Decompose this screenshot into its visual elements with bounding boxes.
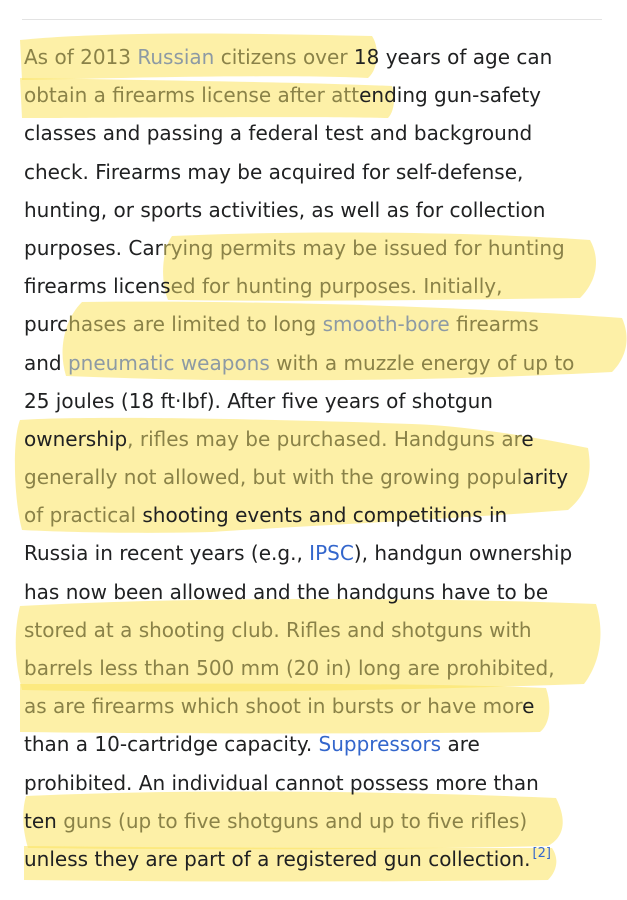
- text-line: barrels less than 500 mm (20 in) long ar…: [24, 649, 609, 687]
- body-text: arity: [522, 465, 569, 490]
- text-line: ten guns (up to five shotguns and up to …: [24, 802, 609, 840]
- highlighted-text: obtain a firearms license after att: [24, 83, 360, 108]
- body-text: e: [521, 426, 534, 451]
- body-text: unless they are part of a registered gun…: [24, 846, 531, 871]
- wiki-link[interactable]: Russian: [137, 45, 214, 69]
- body-text: prohibited. An individual cannot possess…: [24, 770, 539, 795]
- text-line: unless they are part of a registered gun…: [24, 840, 609, 878]
- wiki-link[interactable]: pneumatic weapons: [68, 351, 270, 375]
- body-text: 18 years of age can: [353, 45, 553, 69]
- citation-link[interactable]: [2]: [533, 846, 551, 861]
- body-text: check. Firearms may be acquired for self…: [24, 159, 524, 184]
- text-line: than a 10-cartridge capacity. Suppressor…: [24, 725, 609, 763]
- text-line: purposes. Carrying permits may be issued…: [24, 229, 609, 267]
- highlighted-text: barrels less than 500 mm (20 in) long ar…: [24, 656, 555, 680]
- text-line: as are firearms which shoot in bursts or…: [24, 687, 609, 725]
- body-text: ending gun-safety: [359, 83, 542, 108]
- body-text: shooting events and competitions in: [136, 503, 508, 528]
- highlighted-text: hases are limited to long: [68, 312, 323, 337]
- highlighted-text: firearms: [449, 312, 539, 337]
- highlighted-text: As of 2013: [24, 45, 138, 69]
- wiki-link[interactable]: smooth-bore: [323, 312, 450, 336]
- wiki-link[interactable]: Suppressors: [319, 732, 442, 756]
- text-line: classes and passing a federal test and b…: [24, 114, 609, 152]
- body-text: ownership: [24, 426, 128, 451]
- highlighted-text: citizens over: [214, 45, 354, 69]
- body-text: purc: [24, 312, 69, 337]
- highlighted-text: rying permits may be issued for hunting: [162, 235, 565, 260]
- highlighted-text: guns (up to five shotguns and up to five…: [63, 808, 528, 833]
- text-line: firearms licensed for hunting purposes. …: [24, 267, 609, 305]
- top-divider: [22, 19, 602, 20]
- text-line: of practical shooting events and competi…: [24, 496, 609, 534]
- highlighted-text: generally not allowed, but with the grow…: [24, 465, 523, 490]
- highlighted-text: as are firearms which shoot in bursts or…: [24, 694, 523, 719]
- article-paragraph: As of 2013 Russian citizens over 18 year…: [24, 38, 609, 878]
- text-line: has now been allowed and the handguns ha…: [24, 573, 609, 611]
- text-line: Russia in recent years (e.g., IPSC), han…: [24, 534, 609, 572]
- highlighted-text: stored at a shooting club. Rifles and sh…: [24, 617, 532, 642]
- text-line: generally not allowed, but with the grow…: [24, 458, 609, 496]
- body-text: hunting, or sports activities, as well a…: [24, 197, 546, 222]
- text-line: obtain a firearms license after attendin…: [24, 76, 609, 114]
- body-text: firearms licens: [24, 274, 171, 299]
- text-line: purchases are limited to long smooth-bor…: [24, 305, 609, 343]
- text-line: check. Firearms may be acquired for self…: [24, 153, 609, 191]
- highlighted-text: of practical: [24, 503, 137, 528]
- body-text: are: [441, 732, 480, 757]
- highlighted-text: ed for hunting purposes. Initially,: [170, 274, 503, 299]
- body-text: than a 10-cartridge capacity.: [24, 732, 319, 757]
- body-text: and: [24, 350, 68, 375]
- body-text: e: [522, 694, 535, 719]
- text-line: As of 2013 Russian citizens over 18 year…: [24, 38, 609, 76]
- body-text: purposes. Car: [24, 235, 163, 260]
- text-line: hunting, or sports activities, as well a…: [24, 191, 609, 229]
- body-text: ten: [24, 808, 64, 833]
- text-line: stored at a shooting club. Rifles and sh…: [24, 611, 609, 649]
- highlighted-text: with a muzzle energy of up to: [269, 350, 575, 375]
- body-text: classes and passing a federal test and b…: [24, 121, 533, 146]
- highlighted-text: , rifles may be purchased. Handguns ar: [127, 426, 522, 451]
- body-text: Russia in recent years (e.g.,: [24, 541, 310, 566]
- text-line: 25 joules (18 ft·lbf). After five years …: [24, 382, 609, 420]
- body-text: has now been allowed and the handguns ha…: [24, 579, 549, 604]
- wiki-link[interactable]: IPSC: [309, 541, 354, 565]
- text-line: prohibited. An individual cannot possess…: [24, 764, 609, 802]
- body-text: ), handgun ownership: [353, 541, 573, 566]
- text-line: ownership, rifles may be purchased. Hand…: [24, 420, 609, 458]
- text-line: and pneumatic weapons with a muzzle ener…: [24, 344, 609, 382]
- body-text: 25 joules (18 ft·lbf). After five years …: [24, 388, 493, 413]
